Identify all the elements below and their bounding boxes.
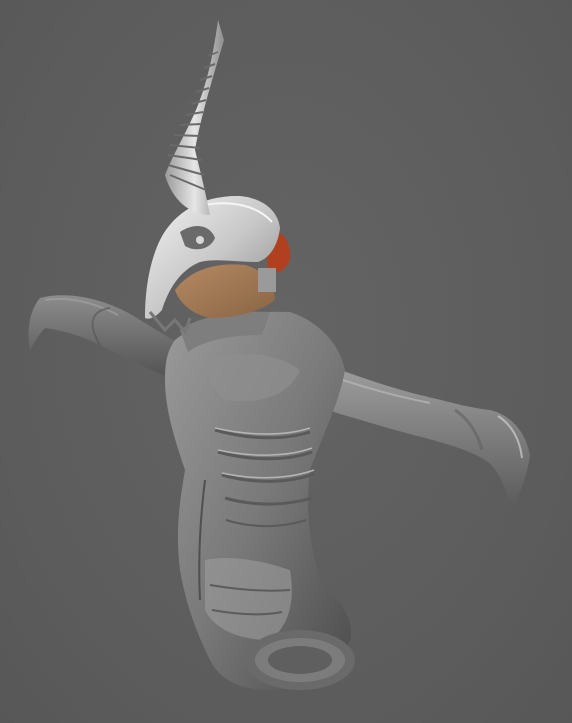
horn [165,20,224,215]
sculpt-model-canvas[interactable] [0,0,572,723]
torso [165,311,355,690]
sculpt-viewport[interactable] [0,0,572,723]
